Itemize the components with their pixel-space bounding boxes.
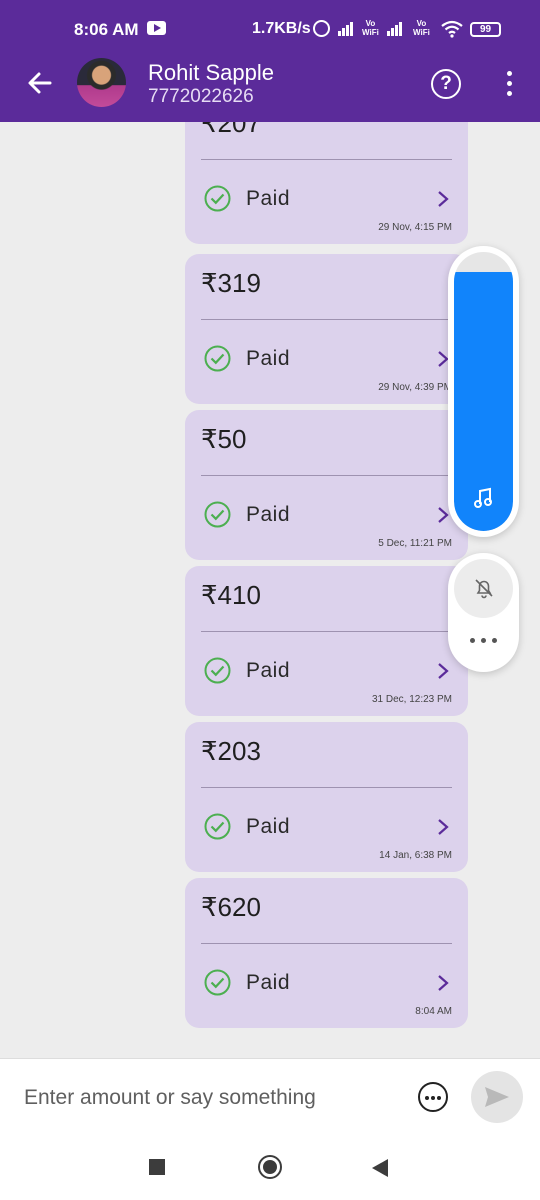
home-icon[interactable] — [258, 1155, 282, 1179]
chevron-right-icon[interactable] — [436, 661, 450, 681]
payment-status: Paid — [246, 187, 291, 210]
help-button[interactable]: ? — [431, 69, 461, 99]
payment-amount: ₹50 — [201, 424, 247, 454]
card-divider — [201, 475, 452, 476]
payment-timestamp: 14 Jan, 6:38 PM — [379, 850, 452, 861]
payment-amount: ₹203 — [201, 736, 261, 766]
contact-avatar[interactable] — [77, 58, 126, 107]
vowifi-label: Vo WiFi — [362, 19, 379, 37]
check-circle-icon — [204, 185, 231, 212]
bell-off-icon — [475, 579, 493, 599]
vowifi-label: Vo WiFi — [413, 19, 430, 37]
card-divider — [201, 631, 452, 632]
payment-card[interactable]: ₹50 Paid 5 Dec, 11:21 PM — [185, 410, 468, 560]
payment-timestamp: 29 Nov, 4:15 PM — [378, 222, 452, 233]
music-note-icon — [474, 487, 492, 508]
payment-status: Paid — [246, 347, 291, 370]
youtube-notification-icon — [147, 21, 166, 35]
volume-level-fill — [454, 271, 513, 531]
payment-status: Paid — [246, 971, 291, 994]
check-circle-icon — [204, 657, 231, 684]
nav-back-icon[interactable] — [372, 1159, 388, 1177]
check-circle-icon — [204, 345, 231, 372]
payment-amount: ₹207 — [201, 122, 261, 138]
payment-amount: ₹410 — [201, 580, 261, 610]
more-options-icon[interactable] — [499, 71, 521, 97]
system-nav-bar — [0, 1136, 540, 1200]
chevron-right-icon[interactable] — [436, 817, 450, 837]
payment-status: Paid — [246, 815, 291, 838]
payment-card[interactable]: ₹203 Paid 14 Jan, 6:38 PM — [185, 722, 468, 872]
card-divider — [201, 159, 452, 160]
status-bar: 8:06 AM 1.7KB/s Vo WiFi Vo WiFi 99 — [0, 0, 540, 45]
payment-timestamp: 5 Dec, 11:21 PM — [378, 538, 452, 549]
signal-icon — [338, 22, 356, 36]
payment-card[interactable]: ₹207 Paid 29 Nov, 4:15 PM — [185, 122, 468, 244]
payment-status: Paid — [246, 503, 291, 526]
status-time: 8:06 AM — [74, 20, 139, 39]
wifi-icon — [441, 20, 463, 38]
contact-name[interactable]: Rohit Sapple — [148, 60, 274, 86]
recents-icon[interactable] — [149, 1159, 165, 1175]
battery-indicator: 99 — [470, 22, 501, 37]
network-speed: 1.7KB/s — [252, 20, 311, 37]
back-arrow-icon[interactable] — [22, 65, 58, 101]
chevron-right-icon[interactable] — [436, 973, 450, 993]
check-circle-icon — [204, 501, 231, 528]
send-icon — [485, 1087, 509, 1107]
payment-status: Paid — [246, 659, 291, 682]
payment-amount: ₹319 — [201, 268, 261, 298]
payment-timestamp: 31 Dec, 12:23 PM — [371, 694, 452, 705]
card-divider — [201, 787, 452, 788]
amount-message-input[interactable] — [24, 1081, 394, 1115]
card-divider — [201, 319, 452, 320]
card-divider — [201, 943, 452, 944]
media-volume-slider[interactable] — [448, 246, 519, 537]
check-circle-icon — [204, 813, 231, 840]
payment-amount: ₹620 — [201, 892, 261, 922]
chat-header: Rohit Sapple 7772022626 ? — [0, 45, 540, 122]
check-circle-icon — [204, 969, 231, 996]
signal-icon — [387, 22, 405, 36]
chevron-right-icon[interactable] — [436, 189, 450, 209]
payment-timestamp: 8:04 AM — [415, 1006, 452, 1017]
alarm-icon — [313, 20, 330, 37]
contact-phone[interactable]: 7772022626 — [148, 86, 254, 108]
ringer-controls — [448, 553, 519, 672]
message-composer — [0, 1058, 540, 1136]
more-horizontal-icon[interactable] — [470, 637, 498, 645]
chat-options-icon[interactable] — [418, 1082, 448, 1112]
send-button[interactable] — [471, 1071, 523, 1123]
volume-track[interactable] — [454, 252, 513, 531]
ringer-mode-button[interactable] — [454, 559, 513, 618]
payment-timestamp: 29 Nov, 4:39 PM — [378, 382, 452, 393]
payment-card[interactable]: ₹319 Paid 29 Nov, 4:39 PM — [185, 254, 468, 404]
payment-card[interactable]: ₹620 Paid 8:04 AM — [185, 878, 468, 1028]
payment-card[interactable]: ₹410 Paid 31 Dec, 12:23 PM — [185, 566, 468, 716]
